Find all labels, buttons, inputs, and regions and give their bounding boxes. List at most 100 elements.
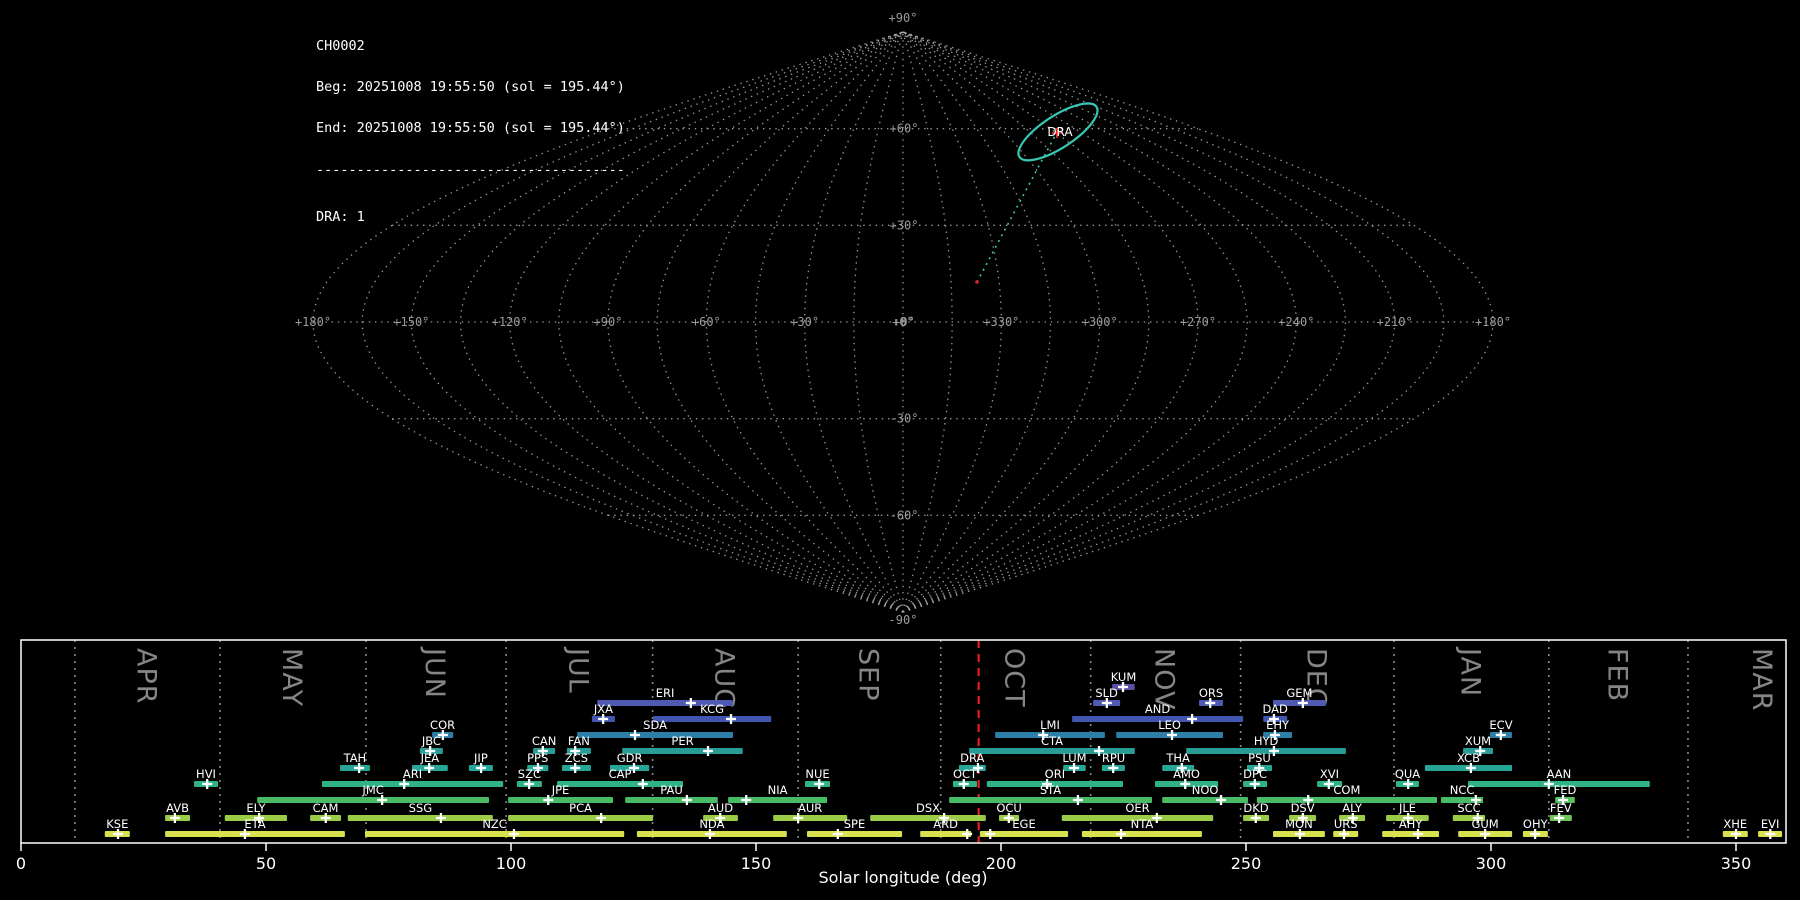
map-longitude-label: +240°: [1278, 315, 1314, 329]
shower-code-label: JEA: [420, 751, 440, 765]
x-axis-title: Solar longitude (deg): [819, 868, 988, 887]
shower-code-label: NUE: [805, 767, 829, 781]
shower-code-label: ORI: [1045, 767, 1065, 781]
shower-code-label: XCB: [1457, 751, 1480, 765]
shower-bar-SPE: [807, 831, 903, 837]
shower-code-label: XHE: [1723, 817, 1747, 831]
shower-code-label: SSG: [409, 801, 433, 815]
shower-code-label: CTA: [1041, 734, 1063, 748]
sky-meridian: [754, 31, 904, 613]
shower-code-label: PSU: [1248, 751, 1271, 765]
shower-code-label: ARI: [403, 767, 422, 781]
shower-code-label: OHY: [1523, 817, 1549, 831]
shower-code-label: SLD: [1095, 686, 1118, 700]
shower-code-label: DAD: [1263, 702, 1289, 716]
shower-code-label: SDA: [643, 718, 667, 732]
shower-code-label: EVI: [1761, 817, 1780, 831]
map-latitude-label: +30°: [890, 218, 919, 232]
shower-code-label: JLE: [1398, 801, 1416, 815]
axis-tick-label: 0: [16, 854, 26, 873]
month-label: JUL: [562, 646, 593, 694]
shower-bar-ARI: [321, 781, 504, 787]
shower-code-label: OER: [1125, 801, 1149, 815]
map-longitude-label: +90°: [594, 315, 623, 329]
shower-code-label: RPU: [1102, 751, 1125, 765]
shower-code-label: URS: [1334, 817, 1358, 831]
month-label: MAR: [1746, 648, 1777, 712]
shower-bar-JMC: [257, 797, 489, 803]
app-canvas: CH0002 Beg: 20251008 19:55:50 (sol = 195…: [0, 0, 1800, 900]
map-latitude-label: +0°: [893, 315, 915, 329]
shower-code-label: NDA: [699, 817, 724, 831]
axis-tick-label: 250: [1231, 854, 1262, 873]
shower-code-label: AMO: [1173, 767, 1200, 781]
north-pole-label: +90°: [889, 11, 918, 25]
shower-code-label: CAP: [609, 767, 632, 781]
shower-code-label: QUA: [1395, 767, 1420, 781]
drift-end-marker: [975, 280, 979, 284]
shower-code-label: PPS: [527, 751, 548, 765]
axis-tick-label: 300: [1476, 854, 1507, 873]
shower-bar-DSX: [870, 815, 986, 821]
shower-code-label: GDR: [617, 751, 643, 765]
month-label: FEB: [1601, 648, 1632, 702]
shower-code-label: DSX: [916, 801, 940, 815]
shower-code-label: STA: [1040, 783, 1061, 797]
map-latitude-label: -60°: [890, 508, 919, 522]
map-longitude-label: +60°: [692, 315, 721, 329]
shower-code-label: DSV: [1291, 801, 1315, 815]
axis-tick-label: 100: [496, 854, 527, 873]
map-latitude-label: +60°: [890, 122, 919, 136]
month-label: MAY: [276, 648, 307, 707]
shower-code-label: DPC: [1243, 767, 1267, 781]
map-longitude-label: +150°: [393, 315, 429, 329]
shower-bar-NTA: [1081, 831, 1202, 837]
shower-code-label: HVI: [196, 767, 216, 781]
shower-code-label: FAN: [568, 734, 590, 748]
shower-code-label: LEO: [1158, 718, 1181, 732]
shower-code-label: JPE: [551, 783, 570, 797]
map-latitude-label: -30°: [890, 412, 919, 426]
shower-code-label: NIA: [768, 783, 788, 797]
shower-code-label: ELY: [246, 801, 266, 815]
shower-code-label: JIP: [473, 751, 488, 765]
shower-code-label: GUM: [1471, 817, 1498, 831]
shower-code-label: KSE: [106, 817, 128, 831]
shower-code-label: ZCS: [565, 751, 588, 765]
shower-code-label: XVI: [1320, 767, 1339, 781]
shower-bar-ETA: [165, 831, 345, 837]
shower-bar-JPE: [508, 797, 613, 803]
axis-tick-label: 150: [741, 854, 772, 873]
shower-code-label: AUD: [708, 801, 733, 815]
shower-bar-NZC: [365, 831, 625, 837]
shower-code-label: ARD: [933, 817, 958, 831]
map-longitude-label: +210°: [1377, 315, 1413, 329]
map-longitude-label: +120°: [492, 315, 528, 329]
shower-code-label: HYD: [1254, 734, 1279, 748]
header-separator: --------------------------------------: [316, 161, 625, 178]
shower-bar-KCG: [653, 716, 772, 722]
shower-bar-STA: [949, 797, 1152, 803]
shower-code-label: LMI: [1040, 718, 1060, 732]
shower-code-label: JMC: [361, 783, 383, 797]
shower-code-label: MON: [1285, 817, 1313, 831]
shower-code-label: PER: [671, 734, 693, 748]
shower-code-label: DKD: [1243, 801, 1268, 815]
shower-code-label: CAN: [532, 734, 557, 748]
shower-bar-AHY: [1382, 831, 1439, 837]
shower-code-label: SCC: [1457, 801, 1480, 815]
shower-code-label: FED: [1554, 783, 1577, 797]
month-label: OCT: [999, 648, 1030, 708]
shower-code-label: FEV: [1550, 801, 1572, 815]
shower-bar-SSG: [347, 815, 493, 821]
shower-code-label: PCA: [569, 801, 592, 815]
shower-code-label: THA: [1165, 751, 1190, 765]
shower-code-label: KCG: [700, 702, 724, 716]
observation-header: CH0002 Beg: 20251008 19:55:50 (sol = 195…: [316, 12, 625, 253]
shower-code-label: COM: [1333, 783, 1360, 797]
shower-bar-NOO: [1162, 797, 1248, 803]
shower-code-label: JBC: [421, 734, 441, 748]
plot-canvas: +90° -90° Solar longitude (deg) +180° +15…: [16, 11, 1787, 887]
map-longitude-label: +30°: [790, 315, 819, 329]
shower-bar-PAU: [625, 797, 718, 803]
